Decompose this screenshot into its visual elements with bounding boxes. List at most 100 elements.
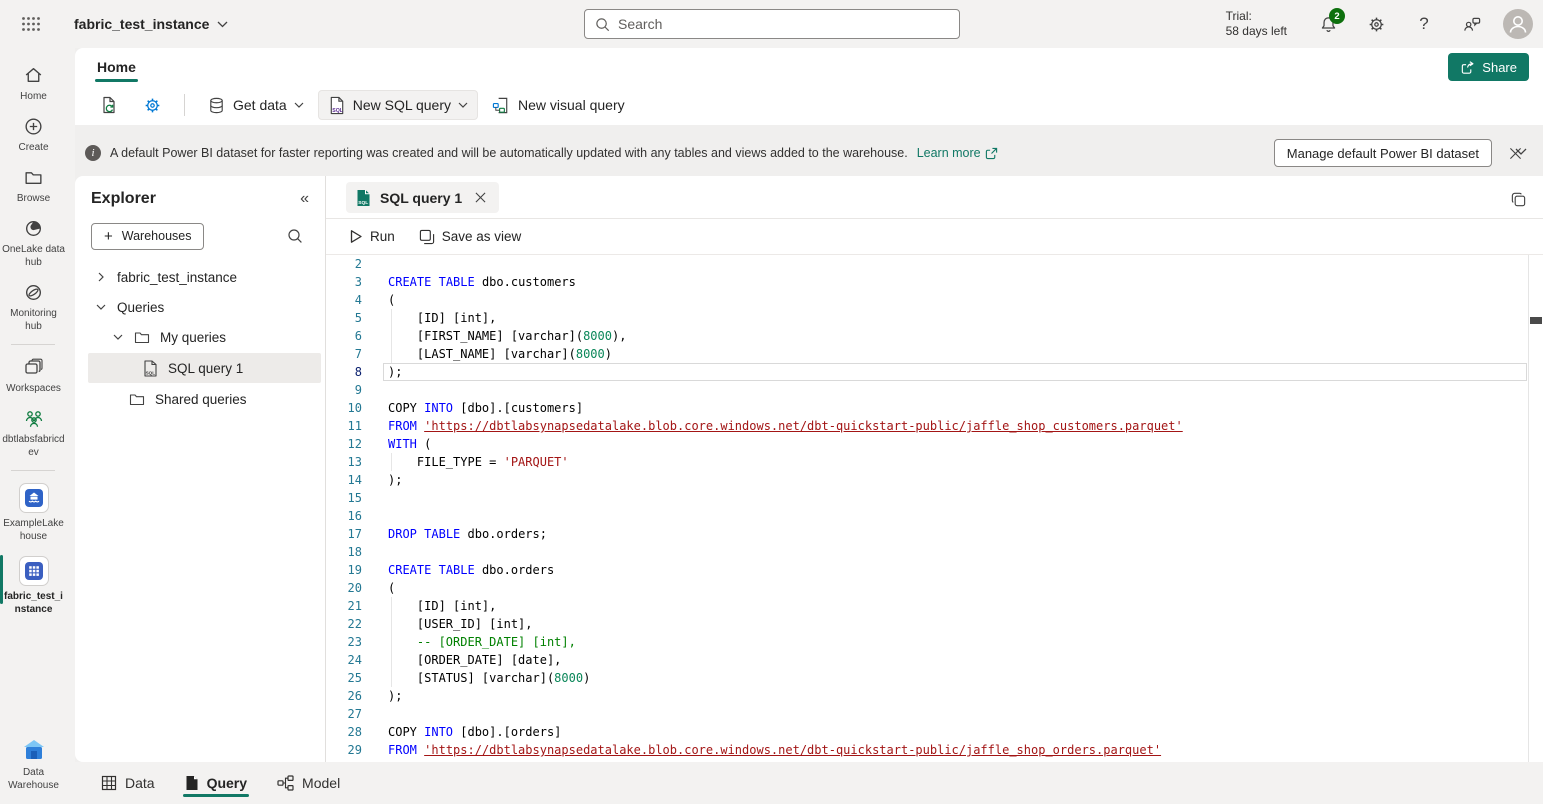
code-line[interactable]: 16 xyxy=(326,507,1543,525)
tree-item-warehouse[interactable]: fabric_test_instance xyxy=(75,262,325,292)
line-number: 26 xyxy=(326,687,362,705)
code-line[interactable]: 6 [FIRST_NAME] [varchar](8000), xyxy=(326,327,1543,345)
query-document-icon xyxy=(185,775,199,791)
code-line[interactable]: 13 FILE_TYPE = 'PARQUET' xyxy=(326,453,1543,471)
nav-home-label: Home xyxy=(2,90,66,103)
code-line[interactable]: 5 [ID] [int], xyxy=(326,309,1543,327)
nav-browse[interactable]: Browse xyxy=(0,160,67,211)
tab-home[interactable]: Home xyxy=(91,51,142,83)
code-line[interactable]: 15 xyxy=(326,489,1543,507)
tree-item-sql-query-1[interactable]: SQL SQL query 1 xyxy=(88,353,321,383)
code-line[interactable]: 19CREATE TABLE dbo.orders xyxy=(326,561,1543,579)
code-line[interactable]: 21 [ID] [int], xyxy=(326,597,1543,615)
code-line[interactable]: 27 xyxy=(326,705,1543,723)
code-line[interactable]: 2 xyxy=(326,255,1543,273)
new-sql-query-label: New SQL query xyxy=(353,97,451,113)
feedback-button[interactable] xyxy=(1455,7,1489,41)
app-launcher-waffle-icon[interactable] xyxy=(14,7,48,41)
settings-gear-button[interactable] xyxy=(133,90,172,120)
ribbon-toolbar: Get data SQL New SQL query New visual qu… xyxy=(75,85,1543,125)
lakehouse-icon xyxy=(19,483,49,513)
save-as-view-button[interactable]: Save as view xyxy=(410,223,531,251)
code-line[interactable]: 10COPY INTO [dbo].[customers] xyxy=(326,399,1543,417)
line-number: 21 xyxy=(326,597,362,615)
nav-workspace-dbtlabsfabricdev[interactable]: dbtlabsfabricdev xyxy=(0,401,67,465)
data-warehouse-icon xyxy=(21,738,47,762)
code-line[interactable]: 12WITH ( xyxy=(326,435,1543,453)
nav-create[interactable]: Create xyxy=(0,109,67,160)
line-number: 17 xyxy=(326,525,362,543)
view-tab-query[interactable]: Query xyxy=(183,765,249,801)
share-button[interactable]: Share xyxy=(1448,53,1529,81)
line-number: 29 xyxy=(326,741,362,759)
code-line[interactable]: 24 [ORDER_DATE] [date], xyxy=(326,651,1543,669)
view-tab-data[interactable]: Data xyxy=(99,765,157,801)
left-nav-rail: Home Create Browse OneLake data hub Moni… xyxy=(0,48,75,804)
workspace-switcher[interactable]: fabric_test_instance xyxy=(74,16,228,32)
account-avatar[interactable] xyxy=(1503,9,1533,39)
code-line[interactable]: 22 [USER_ID] [int], xyxy=(326,615,1543,633)
code-line[interactable]: 9 xyxy=(326,381,1543,399)
help-button[interactable]: ? xyxy=(1407,7,1441,41)
code-line[interactable]: 11FROM 'https://dbtlabsynapsedatalake.bl… xyxy=(326,417,1543,435)
refresh-button[interactable] xyxy=(89,90,129,120)
copy-icon[interactable] xyxy=(1510,191,1527,208)
nav-workspaces[interactable]: Workspaces xyxy=(0,350,67,401)
explorer-search-icon[interactable] xyxy=(281,222,309,250)
notifications-button[interactable]: 2 xyxy=(1311,7,1345,41)
chevron-down-icon xyxy=(458,102,468,108)
nav-monitoring-label: Monitoring hub xyxy=(2,307,66,333)
plus-icon: + xyxy=(104,228,113,245)
nav-monitoring-hub[interactable]: Monitoring hub xyxy=(0,275,67,339)
manage-dataset-button[interactable]: Manage default Power BI dataset xyxy=(1274,139,1492,167)
search-icon xyxy=(595,17,610,32)
tree-item-queries[interactable]: Queries xyxy=(75,292,325,322)
code-line[interactable]: 26); xyxy=(326,687,1543,705)
chevron-right-icon xyxy=(95,272,107,282)
code-line[interactable]: 28COPY INTO [dbo].[orders] xyxy=(326,723,1543,741)
line-number: 19 xyxy=(326,561,362,579)
code-line[interactable]: 20( xyxy=(326,579,1543,597)
scrollbar-thumb[interactable] xyxy=(1530,317,1542,324)
code-line[interactable]: 3CREATE TABLE dbo.customers xyxy=(326,273,1543,291)
get-data-button[interactable]: Get data xyxy=(197,90,314,120)
tab-close-icon[interactable] xyxy=(471,189,489,207)
tree-item-shared-queries[interactable]: Shared queries xyxy=(75,384,325,414)
nav-item-fabric-test-instance[interactable]: fabric_test_instance xyxy=(0,549,67,622)
code-line[interactable]: 23 -- [ORDER_DATE] [int], xyxy=(326,633,1543,651)
collapse-explorer-icon[interactable]: « xyxy=(300,190,309,208)
code-line[interactable]: 14); xyxy=(326,471,1543,489)
main-panel: Explorer « + Warehouses fabric_test_inst… xyxy=(75,176,1543,762)
nav-item-examplelakehouse[interactable]: ExampleLakehouse xyxy=(0,476,67,549)
nav-onelake-data-hub[interactable]: OneLake data hub xyxy=(0,211,67,275)
tree-item-my-queries[interactable]: My queries xyxy=(75,322,325,352)
save-as-view-icon xyxy=(419,229,435,245)
code-line[interactable]: 18 xyxy=(326,543,1543,561)
banner-close-icon[interactable] xyxy=(1501,139,1529,167)
code-line[interactable]: 4( xyxy=(326,291,1543,309)
editor-scrollbar[interactable] xyxy=(1528,255,1543,762)
learn-more-link[interactable]: Learn more xyxy=(917,146,998,160)
tab-sql-query-1[interactable]: SQL SQL query 1 xyxy=(346,182,499,213)
view-tab-model[interactable]: Model xyxy=(275,765,342,801)
code-line[interactable]: 25 [STATUS] [varchar](8000) xyxy=(326,669,1543,687)
code-line[interactable]: 7 [LAST_NAME] [varchar](8000) xyxy=(326,345,1543,363)
new-warehouse-button[interactable]: + Warehouses xyxy=(91,223,204,250)
settings-button[interactable] xyxy=(1359,7,1393,41)
code-line[interactable]: 17DROP TABLE dbo.orders; xyxy=(326,525,1543,543)
tree-sql-query-1-label: SQL query 1 xyxy=(168,361,243,376)
nav-data-warehouse[interactable]: Data Warehouse xyxy=(0,731,67,798)
nav-home[interactable]: Home xyxy=(0,58,67,109)
code-line[interactable]: 8); xyxy=(326,363,1543,381)
sql-document-icon: SQL xyxy=(328,96,346,115)
new-visual-query-button[interactable]: New visual query xyxy=(482,90,635,120)
code-editor[interactable]: 23CREATE TABLE dbo.customers4(5 [ID] [in… xyxy=(326,255,1543,762)
search-input[interactable] xyxy=(618,16,949,32)
nav-warehouse-label: fabric_test_instance xyxy=(2,590,66,616)
line-number: 3 xyxy=(326,273,362,291)
tab-title: SQL query 1 xyxy=(380,190,462,206)
run-button[interactable]: Run xyxy=(340,223,404,251)
top-right-actions: Trial: 58 days left 2 ? xyxy=(1226,0,1533,48)
code-line[interactable]: 29FROM 'https://dbtlabsynapsedatalake.bl… xyxy=(326,741,1543,759)
new-sql-query-button[interactable]: SQL New SQL query xyxy=(318,90,478,120)
